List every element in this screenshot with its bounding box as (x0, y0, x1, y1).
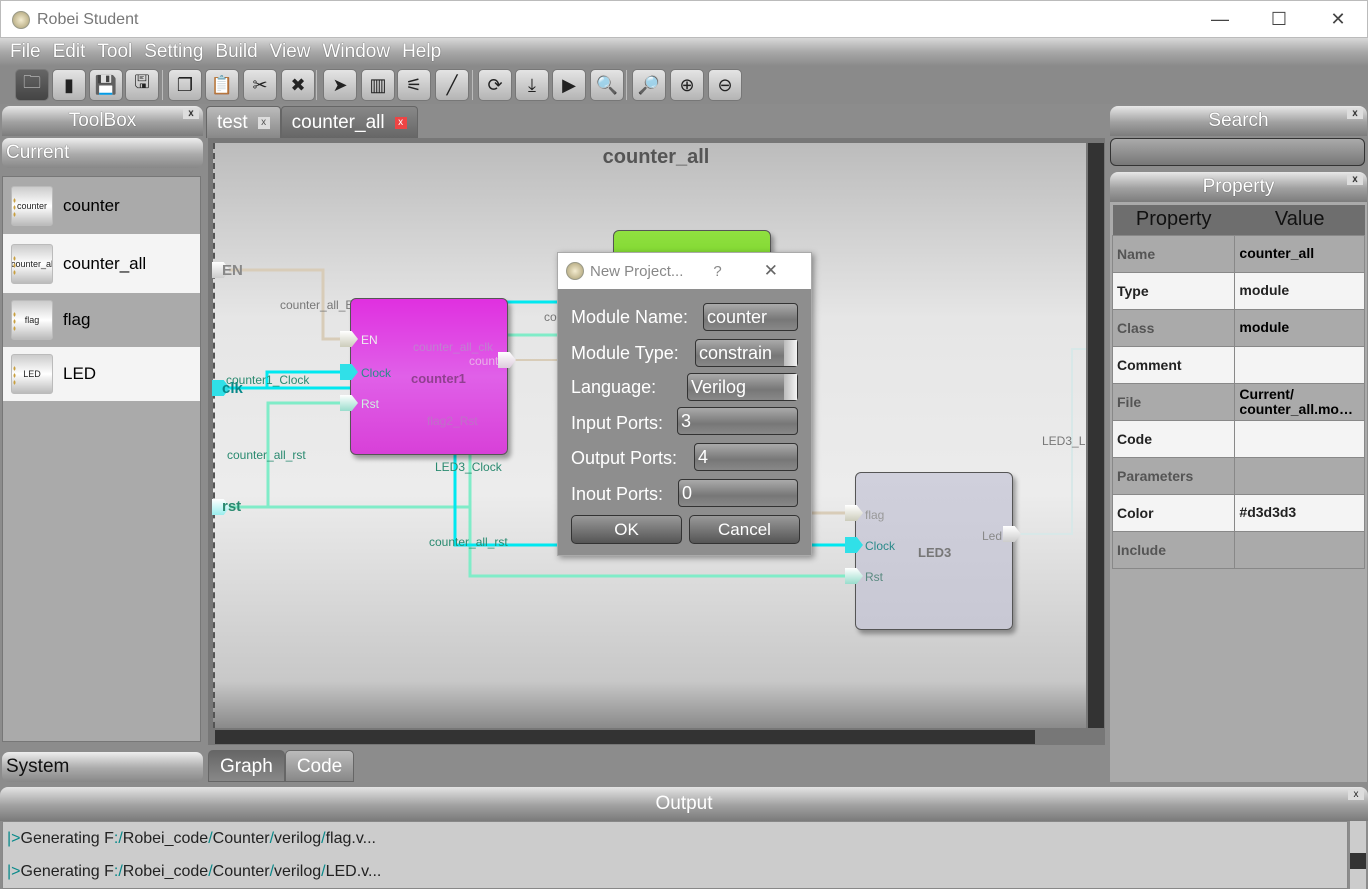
port-label: Clock (361, 366, 392, 380)
tab-code[interactable]: Code (284, 750, 355, 782)
language-select[interactable]: Verilog (687, 373, 798, 401)
property-name: File (1111, 382, 1236, 421)
module-name-input[interactable]: counter (703, 303, 798, 331)
property-value[interactable]: counter_all (1234, 234, 1365, 273)
wire-label: LED3_Clock (435, 460, 502, 474)
property-close-button[interactable]: x (1347, 175, 1363, 185)
output-title: Output (655, 793, 713, 814)
wire-label: flag2_Rst (427, 414, 478, 428)
output-close-button[interactable]: x (1348, 790, 1364, 800)
property-name: Code (1111, 419, 1236, 458)
property-row[interactable]: Class module (1111, 308, 1365, 347)
property-table: Property Value Name counter_all Type module C… (1111, 205, 1365, 569)
app-logo-icon (566, 262, 584, 280)
port-label: flag (865, 508, 885, 522)
search-input[interactable] (1110, 138, 1365, 166)
port-label: Led (982, 529, 1003, 543)
output-ports-input[interactable]: 4 (694, 443, 798, 471)
property-value[interactable]: Current/ counter_all.mo… (1234, 382, 1365, 421)
tab-graph[interactable]: Graph (208, 750, 285, 782)
property-row[interactable]: File Current/ counter_all.mo… (1111, 382, 1365, 421)
wire-label: counter_all_rst (429, 535, 508, 549)
column-header: Property (1112, 205, 1235, 235)
search-title: Search (1208, 110, 1269, 131)
property-row[interactable]: Comment (1111, 345, 1365, 384)
port-label: Rst (865, 570, 883, 584)
log-line: |>Generating F:/Robei_code/Counter/veril… (7, 863, 382, 880)
port-label: EN (361, 333, 378, 347)
property-row[interactable]: Type module (1111, 271, 1365, 310)
property-name: Include (1111, 530, 1236, 569)
property-value[interactable]: module (1234, 271, 1365, 310)
property-row[interactable]: Color #d3d3d3 (1111, 493, 1365, 532)
module-name: LED3 (918, 545, 952, 560)
property-row[interactable]: Code (1111, 419, 1365, 458)
module-counter1[interactable]: counter1 EN Clock Rst count counter_all_… (350, 298, 508, 455)
property-value[interactable]: module (1234, 308, 1365, 347)
language-value: Verilog (691, 377, 747, 397)
property-name: Color (1111, 493, 1236, 532)
wire-label: counter1_Clock (226, 373, 310, 387)
property-name: Name (1111, 234, 1236, 273)
property-name: Parameters (1111, 456, 1236, 495)
property-value[interactable] (1234, 345, 1365, 384)
output-log: |>Generating F:/Robei_code/Counter/veril… (2, 821, 1348, 889)
log-line: |>Generating F:/Robei_code/Counter/veril… (7, 830, 376, 847)
module-type-value: constrain (699, 343, 773, 363)
help-button[interactable]: ? (713, 263, 721, 280)
field-label: Inout Ports: (571, 484, 664, 504)
property-title: Property (1202, 176, 1275, 197)
property-header: Property x (1110, 172, 1367, 202)
view-tabs: Graph Code (208, 750, 355, 782)
search-header: Search x (1110, 106, 1367, 136)
input-ports-input[interactable]: 3 (677, 407, 798, 435)
port-label-rst: rst (222, 498, 242, 515)
module-name: counter1 (411, 371, 466, 386)
right-panels: Search x Property x (1110, 106, 1367, 202)
dialog-close-button[interactable]: ✕ (764, 261, 778, 281)
property-row[interactable]: Parameters (1111, 456, 1365, 495)
field-label: Language: (571, 377, 657, 397)
wire-label: co (544, 310, 557, 324)
field-label: Module Type: (571, 343, 679, 363)
property-name: Class (1111, 308, 1236, 347)
dialog-title-bar: New Project... ? ✕ (558, 253, 811, 289)
property-value[interactable]: #d3d3d3 (1234, 493, 1365, 532)
output-scrollbar[interactable] (1350, 821, 1366, 889)
port-label-en: EN (222, 262, 243, 279)
port-label: count (469, 354, 499, 368)
property-value[interactable] (1234, 530, 1365, 569)
property-name: Type (1111, 271, 1236, 310)
field-label: Output Ports: (571, 448, 678, 468)
inout-ports-input[interactable]: 0 (678, 479, 798, 507)
property-value[interactable] (1234, 456, 1365, 495)
column-header: Value (1234, 205, 1365, 235)
wire-label: LED3_L (1042, 434, 1086, 448)
field-label: Input Ports: (571, 413, 664, 433)
output-header: Output x (0, 787, 1368, 821)
wire-label: counter_all_clk (413, 340, 494, 354)
module-led3[interactable]: LED3 flag Clock Rst Led (855, 472, 1013, 630)
ok-button[interactable]: OK (571, 515, 682, 544)
property-name: Comment (1111, 345, 1236, 384)
port-label: Clock (865, 539, 896, 553)
cancel-button[interactable]: Cancel (689, 515, 800, 544)
search-close-button[interactable]: x (1347, 109, 1363, 119)
new-project-dialog: New Project... ? ✕ Module Name: counter … (557, 252, 812, 556)
property-row[interactable]: Name counter_all (1111, 234, 1365, 273)
wire-label: counter_all_rst (227, 448, 306, 462)
field-label: Module Name: (571, 307, 689, 327)
module-type-select[interactable]: constrain (695, 339, 798, 367)
property-value[interactable] (1234, 419, 1365, 458)
port-label: Rst (361, 397, 379, 411)
property-row[interactable]: Include (1111, 530, 1365, 569)
dialog-title: New Project... (590, 262, 684, 280)
